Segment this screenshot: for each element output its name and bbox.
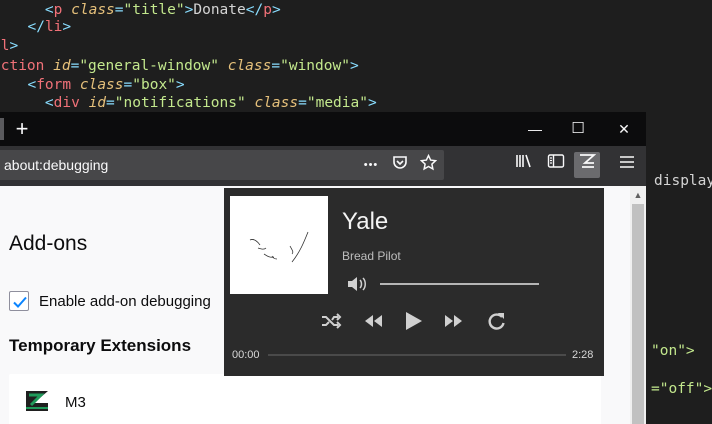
pocket-icon[interactable]	[389, 154, 411, 176]
code-token: =	[106, 95, 115, 111]
code-token: >	[349, 58, 359, 74]
code-token: div	[53, 95, 89, 111]
code-token: </	[245, 2, 264, 18]
code-token: class	[79, 77, 124, 93]
page-actions-icon[interactable]: •••	[360, 154, 382, 176]
code-fragment-on: "on">	[651, 343, 695, 359]
hamburger-menu-icon[interactable]	[614, 152, 640, 178]
code-token: class	[71, 2, 115, 18]
code-token: p	[263, 2, 272, 18]
code-token: <	[27, 77, 37, 93]
code-token: =	[114, 2, 124, 18]
code-token: =	[298, 95, 307, 111]
duration-time: 2:28	[572, 349, 594, 361]
scroll-up-arrow-icon[interactable]: ▲	[633, 190, 643, 200]
code-token: ection	[0, 58, 45, 74]
code-token: "window"	[280, 58, 350, 74]
seek-bar[interactable]	[268, 354, 566, 356]
maximize-button[interactable]: ☐	[566, 118, 590, 140]
code-token: "general-window"	[79, 58, 228, 74]
song-title: Yale	[342, 208, 389, 235]
library-icon[interactable]	[511, 152, 537, 178]
code-line: ection id="general-window" class="window…	[0, 57, 359, 76]
code-token: class	[227, 58, 272, 74]
volume-icon[interactable]	[346, 275, 370, 293]
code-token: id	[53, 58, 71, 74]
page-scrollbar[interactable]: ▲	[630, 186, 646, 424]
scroll-thumb[interactable]	[632, 204, 644, 424]
code-token: form	[36, 77, 80, 93]
code-token: "title"	[123, 2, 185, 18]
temporary-extensions-title: Temporary Extensions	[9, 336, 192, 355]
play-icon[interactable]	[402, 310, 426, 332]
code-token: class	[254, 95, 299, 111]
sidebar-icon[interactable]	[543, 152, 569, 178]
code-token: >	[9, 38, 19, 54]
extension-card: M3	[9, 374, 601, 424]
code-fragment-display: display	[654, 173, 712, 189]
code-token: >	[367, 95, 377, 111]
enable-debugging-checkbox[interactable]	[9, 291, 29, 311]
enable-debugging-label[interactable]: Enable add-on debugging	[39, 293, 211, 310]
m3-logo-icon	[25, 390, 49, 417]
close-button[interactable]: ✕	[612, 118, 636, 140]
code-line: ul>	[0, 37, 18, 56]
m3-extension-button[interactable]	[574, 152, 600, 178]
code-token: =	[271, 58, 281, 74]
code-token: >	[271, 2, 281, 18]
url-bar[interactable]: about:debugging •••	[0, 150, 444, 180]
shuffle-icon[interactable]	[320, 310, 344, 332]
bookmark-star-icon[interactable]	[417, 153, 439, 176]
fast-forward-icon[interactable]	[443, 310, 467, 332]
extension-name: M3	[65, 394, 86, 411]
code-token: "box"	[132, 77, 176, 93]
code-token: li	[44, 19, 63, 35]
code-token: =	[123, 77, 133, 93]
tab-edge[interactable]	[0, 118, 4, 140]
code-fragment-off: ="off">	[651, 381, 712, 397]
code-token: "notifications"	[114, 95, 255, 111]
code-token: >	[175, 77, 185, 93]
elapsed-time: 00:00	[232, 349, 260, 361]
player-popup: Yale Bread Pilot 00:00 2:28	[224, 188, 604, 376]
album-art	[230, 196, 328, 294]
code-token: >	[62, 19, 72, 35]
repeat-icon[interactable]	[485, 310, 509, 332]
minimize-button[interactable]: —	[523, 118, 547, 140]
code-line: </li>	[10, 18, 71, 37]
url-text[interactable]: about:debugging	[4, 157, 108, 173]
code-token: Donate	[193, 2, 246, 18]
code-token: <	[44, 95, 54, 111]
artist-name: Bread Pilot	[342, 249, 401, 263]
code-token: p	[53, 2, 72, 18]
page-heading: Add-ons	[9, 232, 88, 255]
title-bar: + — ☐ ✕	[0, 112, 646, 146]
code-token: id	[88, 95, 107, 111]
code-token: "media"	[306, 95, 368, 111]
code-line: <form class="box">	[10, 76, 185, 95]
code-token: </	[27, 19, 45, 35]
code-token: =	[70, 58, 80, 74]
code-line: <div id="notifications" class="media">	[10, 94, 377, 113]
code-token: <	[44, 2, 54, 18]
rewind-icon[interactable]	[362, 310, 386, 332]
new-tab-button[interactable]: +	[10, 117, 34, 141]
volume-slider[interactable]	[380, 283, 539, 285]
